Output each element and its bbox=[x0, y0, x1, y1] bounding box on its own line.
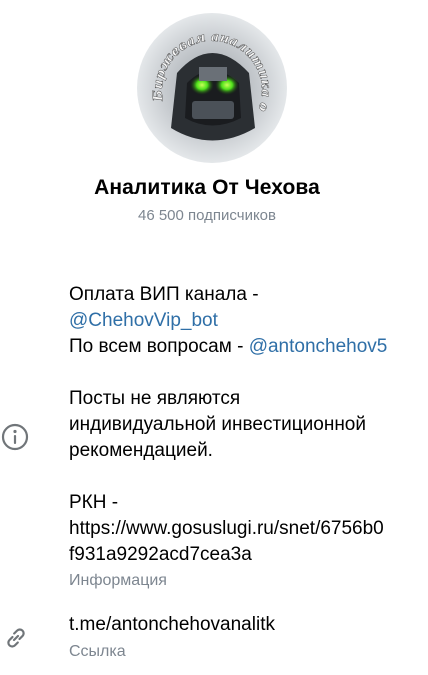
info-icon bbox=[1, 423, 29, 451]
payment-text: Оплата ВИП канала - bbox=[69, 284, 259, 305]
rkn-url: https://www.gosuslugi.ru/snet/6756b0 bbox=[69, 518, 384, 539]
subscriber-count: 46 500 подписчиков bbox=[137, 207, 276, 224]
questions-text: По всем вопросам - bbox=[69, 336, 249, 357]
rkn-label: РКН - bbox=[69, 492, 119, 513]
info-label: Информация bbox=[69, 572, 167, 589]
rkn-url: f931a9292acd7cea3a bbox=[69, 544, 252, 565]
channel-link[interactable]: t.me/antonchehovanalitk bbox=[69, 614, 275, 636]
disclaimer-line: рекомендацией. bbox=[69, 440, 213, 461]
channel-description: Оплата ВИП канала - @ChehovVip_bot По вс… bbox=[69, 282, 419, 568]
disclaimer-line: Посты не являются bbox=[69, 388, 241, 409]
link-icon bbox=[7, 628, 25, 648]
channel-title: Аналитика От Чехова bbox=[94, 176, 320, 199]
payment-bot-link[interactable]: @ChehovVip_bot bbox=[69, 310, 218, 331]
channel-avatar[interactable]: Биржевая аналитика от чехова bbox=[137, 13, 287, 163]
link-label: Ссылка bbox=[69, 643, 126, 660]
contact-user-link[interactable]: @antonchehov5 bbox=[249, 336, 388, 357]
disclaimer-line: индивидуальной инвестиционной bbox=[69, 414, 366, 435]
